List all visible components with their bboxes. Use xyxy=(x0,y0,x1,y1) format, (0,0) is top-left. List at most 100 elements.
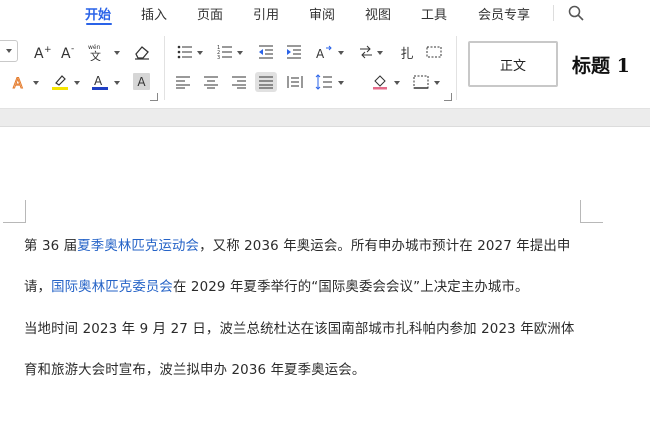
tab-references[interactable]: 引用 xyxy=(253,4,279,23)
svg-text:A: A xyxy=(13,76,23,90)
chinese-layout-button[interactable]: 扎 xyxy=(396,42,418,62)
menu-bar: 开始 插入 页面 引用 审阅 视图 工具 会员专享 xyxy=(0,0,650,26)
ribbon-divider xyxy=(164,36,165,100)
svg-text:A: A xyxy=(34,46,44,60)
justify-button[interactable] xyxy=(255,72,277,92)
line-spacing-icon xyxy=(315,74,332,90)
phonetic-dropdown-caret[interactable] xyxy=(114,51,120,55)
svg-text:3: 3 xyxy=(217,55,220,59)
increase-font-size-button[interactable]: A + xyxy=(31,42,53,62)
style-normal[interactable]: 正文 xyxy=(468,41,558,87)
highlight-button[interactable] xyxy=(49,72,71,92)
svg-text:+: + xyxy=(44,45,51,55)
body-text: 在 2029 年夏季举行的“国际奥委会会议”上决定主办城市。 xyxy=(172,280,529,295)
numbered-list-icon: 123 xyxy=(217,45,232,59)
distributed-align-button[interactable] xyxy=(284,72,306,92)
align-right-button[interactable] xyxy=(228,72,250,92)
clear-format-button[interactable] xyxy=(131,42,153,62)
text-direction-caret[interactable] xyxy=(338,51,344,55)
paragraph-line: 当地时间 2023 年 9 月 27 日，波兰总统杜达在该国南部城市扎科帕内参加… xyxy=(24,317,574,337)
numbered-list-button[interactable]: 123 xyxy=(214,42,236,62)
text-effect-icon: A xyxy=(13,76,24,91)
indent-icon xyxy=(287,45,301,59)
borders-caret[interactable] xyxy=(434,81,440,85)
paragraph-line: 请，国际奥林匹克委员会在 2029 年夏季举行的“国际奥委会会议”上决定主办城市… xyxy=(24,275,529,295)
text-direction-button[interactable]: A xyxy=(313,42,335,62)
tab-view[interactable]: 视图 xyxy=(365,4,391,23)
document-page[interactable]: 第 36 届夏季奥林匹克运动会，又称 2036 年奥运会。所有申办城市预计在 2… xyxy=(0,127,650,434)
borders-icon xyxy=(413,75,429,89)
bullet-list-icon xyxy=(177,45,192,59)
shrink-font-icon: A- xyxy=(61,44,74,60)
align-right-icon xyxy=(232,76,246,89)
body-text: 请， xyxy=(24,280,52,295)
shading-button[interactable] xyxy=(369,72,391,92)
tab-tools[interactable]: 工具 xyxy=(421,4,447,23)
text-effect-caret[interactable] xyxy=(33,81,39,85)
show-marks-icon xyxy=(426,46,442,58)
bullet-list-caret[interactable] xyxy=(197,51,203,55)
paragraph-dialog-launcher[interactable] xyxy=(444,93,452,101)
svg-text:-: - xyxy=(71,44,74,54)
justify-icon xyxy=(259,76,273,89)
sort-caret[interactable] xyxy=(377,51,383,55)
tab-review[interactable]: 审阅 xyxy=(309,4,335,23)
decrease-indent-button[interactable] xyxy=(255,42,277,62)
font-color-caret[interactable] xyxy=(114,81,120,85)
tab-member[interactable]: 会员专享 xyxy=(478,4,530,23)
numbered-list-caret[interactable] xyxy=(237,51,243,55)
borders-button[interactable] xyxy=(410,72,432,92)
tab-page[interactable]: 页面 xyxy=(197,4,223,23)
line-spacing-button[interactable] xyxy=(313,72,335,92)
tab-insert[interactable]: 插入 xyxy=(141,4,167,23)
document-background xyxy=(0,109,650,127)
bullet-list-button[interactable] xyxy=(174,42,196,62)
hyperlink[interactable]: 国际奥林匹克委员会 xyxy=(51,280,173,295)
highlighter-icon xyxy=(52,75,68,90)
outdent-icon xyxy=(259,45,273,59)
chinese-layout-icon: 扎 xyxy=(400,46,414,62)
font-size-dropdown[interactable] xyxy=(0,40,18,62)
decrease-font-size-button[interactable]: A- xyxy=(58,42,80,62)
body-text: ，又称 2036 年奥运会。所有申办城市预计在 2027 年提出申 xyxy=(199,239,571,254)
show-marks-button[interactable] xyxy=(423,42,445,62)
body-text: 当地时间 2023 年 9 月 27 日，波兰总统杜达在该国南部城市扎科帕内参加… xyxy=(24,322,575,337)
phonetic-guide-button[interactable]: wén 文 xyxy=(88,42,114,62)
distributed-align-icon xyxy=(287,76,303,88)
tab-home[interactable]: 开始 xyxy=(85,4,111,23)
increase-indent-button[interactable] xyxy=(283,42,305,62)
hyperlink[interactable]: 夏季奥林匹克运动会 xyxy=(77,239,199,254)
char-shading-button[interactable]: A xyxy=(133,73,150,90)
align-left-icon xyxy=(176,76,190,89)
svg-text:A: A xyxy=(61,46,71,60)
align-center-button[interactable] xyxy=(200,72,222,92)
style-heading-1[interactable]: 标题 1 xyxy=(572,41,650,87)
active-tab-indicator xyxy=(86,23,112,25)
ribbon-toolbar: A + A- wén 文 A A A 1 2 3 A 扎 正文 标题 1 xyxy=(0,26,650,109)
text-effect-button[interactable]: A xyxy=(8,72,30,92)
svg-text:A: A xyxy=(94,74,103,88)
search-icon[interactable] xyxy=(568,5,584,21)
menu-divider xyxy=(553,5,554,21)
align-left-button[interactable] xyxy=(172,72,194,92)
svg-text:文: 文 xyxy=(90,49,101,61)
font-dialog-launcher[interactable] xyxy=(150,93,158,101)
grow-font-icon: A + xyxy=(34,45,51,60)
font-color-icon: A xyxy=(92,74,108,90)
sort-icon xyxy=(360,45,372,59)
svg-text:A: A xyxy=(316,47,325,60)
shading-caret[interactable] xyxy=(394,81,400,85)
align-center-icon xyxy=(204,76,218,89)
eraser-icon xyxy=(135,46,149,60)
font-color-button[interactable]: A xyxy=(89,72,111,92)
body-text: 第 36 届 xyxy=(24,239,78,254)
sort-button[interactable] xyxy=(355,42,377,62)
crop-mark-left xyxy=(3,200,26,223)
crop-mark-right xyxy=(580,200,603,223)
char-shading-icon: A xyxy=(137,74,146,89)
paragraph-line: 第 36 届夏季奥林匹克运动会，又称 2036 年奥运会。所有申办城市预计在 2… xyxy=(24,234,570,254)
highlight-caret[interactable] xyxy=(74,81,80,85)
paint-bucket-icon xyxy=(373,75,387,90)
line-spacing-caret[interactable] xyxy=(338,81,344,85)
phonetic-icon: wén 文 xyxy=(88,44,101,61)
